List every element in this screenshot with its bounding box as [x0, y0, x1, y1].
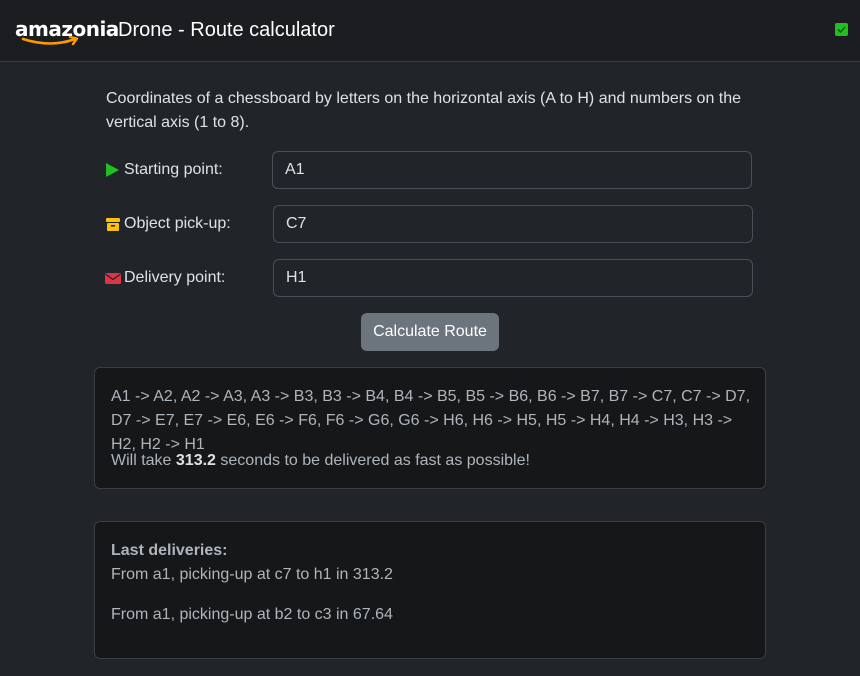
calculate-route-button[interactable]: Calculate Route [361, 313, 499, 351]
delivery-point-label-text: Delivery point: [124, 269, 226, 286]
route-path-text: A1 -> A2, A2 -> A3, A3 -> B3, B3 -> B4, … [111, 388, 751, 453]
delivery-time-suffix: seconds to be delivered as fast as possi… [220, 452, 530, 469]
starting-point-label-text: Starting point: [124, 161, 223, 178]
starting-point-label: Starting point: [105, 160, 223, 180]
box-icon [105, 216, 121, 232]
delivery-point-row: Delivery point: [105, 259, 753, 297]
navbar: amazonia Drone - Route calculator [0, 0, 860, 62]
last-deliveries-card: Last deliveries: From a1, picking-up at … [94, 521, 766, 659]
object-pickup-row: Object pick-up: [105, 205, 753, 243]
starting-point-input[interactable] [272, 151, 752, 189]
status-indicator-icon [835, 23, 848, 36]
starting-point-row: Starting point: [105, 151, 753, 189]
delivery-time-text: Will take 313.2 seconds to be delivered … [111, 449, 530, 473]
list-item: From a1, picking-up at c7 to h1 in 313.2 [111, 566, 393, 583]
envelope-icon [105, 270, 121, 286]
intro-text: Coordinates of a chessboard by letters o… [106, 90, 742, 131]
logo-smile-icon [21, 36, 79, 46]
object-pickup-label-text: Object pick-up: [124, 215, 231, 232]
object-pickup-label: Object pick-up: [105, 214, 231, 234]
delivery-time-value: 313.2 [175, 452, 216, 469]
delivery-point-input[interactable] [273, 259, 753, 297]
amazonia-logo: amazonia [15, 17, 119, 51]
delivery-time-prefix: Will take [111, 452, 172, 469]
play-icon [105, 162, 121, 178]
route-result-card: A1 -> A2, A2 -> A3, A3 -> B3, B3 -> B4, … [94, 367, 766, 489]
delivery-point-label: Delivery point: [105, 268, 225, 288]
app-title: Drone - Route calculator [118, 19, 335, 41]
last-deliveries-title: Last deliveries: [111, 542, 228, 559]
list-item: From a1, picking-up at b2 to c3 in 67.64 [111, 606, 393, 623]
object-pickup-input[interactable] [273, 205, 753, 243]
brand[interactable]: amazonia Drone - Route calculator [15, 17, 335, 51]
